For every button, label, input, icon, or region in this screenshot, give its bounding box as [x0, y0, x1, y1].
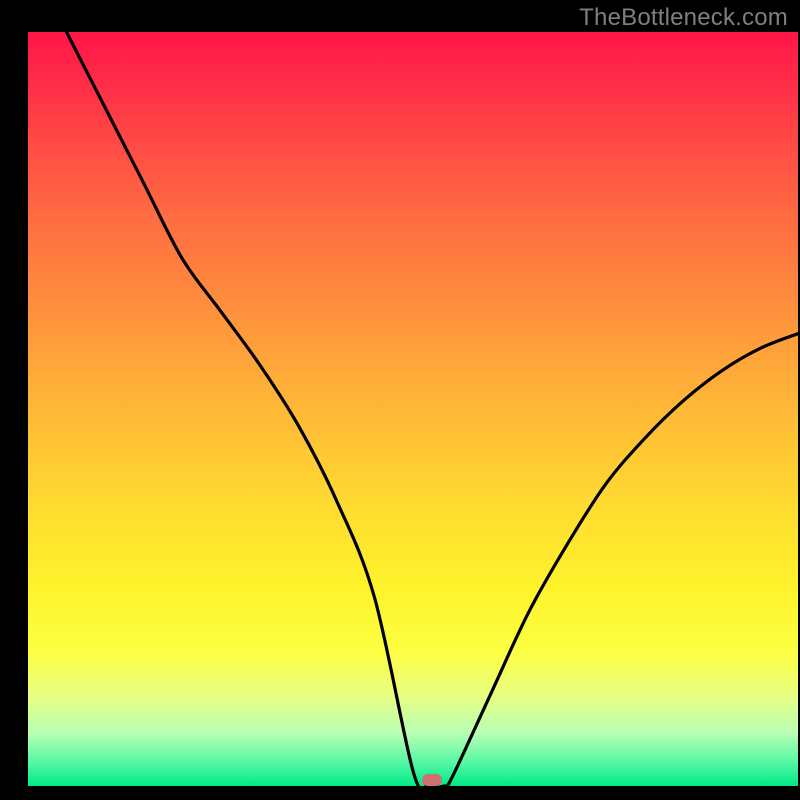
chart-frame: TheBottleneck.com — [0, 0, 800, 800]
bottleneck-curve — [67, 32, 799, 786]
curve-layer — [28, 32, 798, 786]
plot-area — [28, 32, 798, 786]
watermark-text: TheBottleneck.com — [579, 4, 788, 32]
optimal-point-marker — [422, 774, 442, 786]
